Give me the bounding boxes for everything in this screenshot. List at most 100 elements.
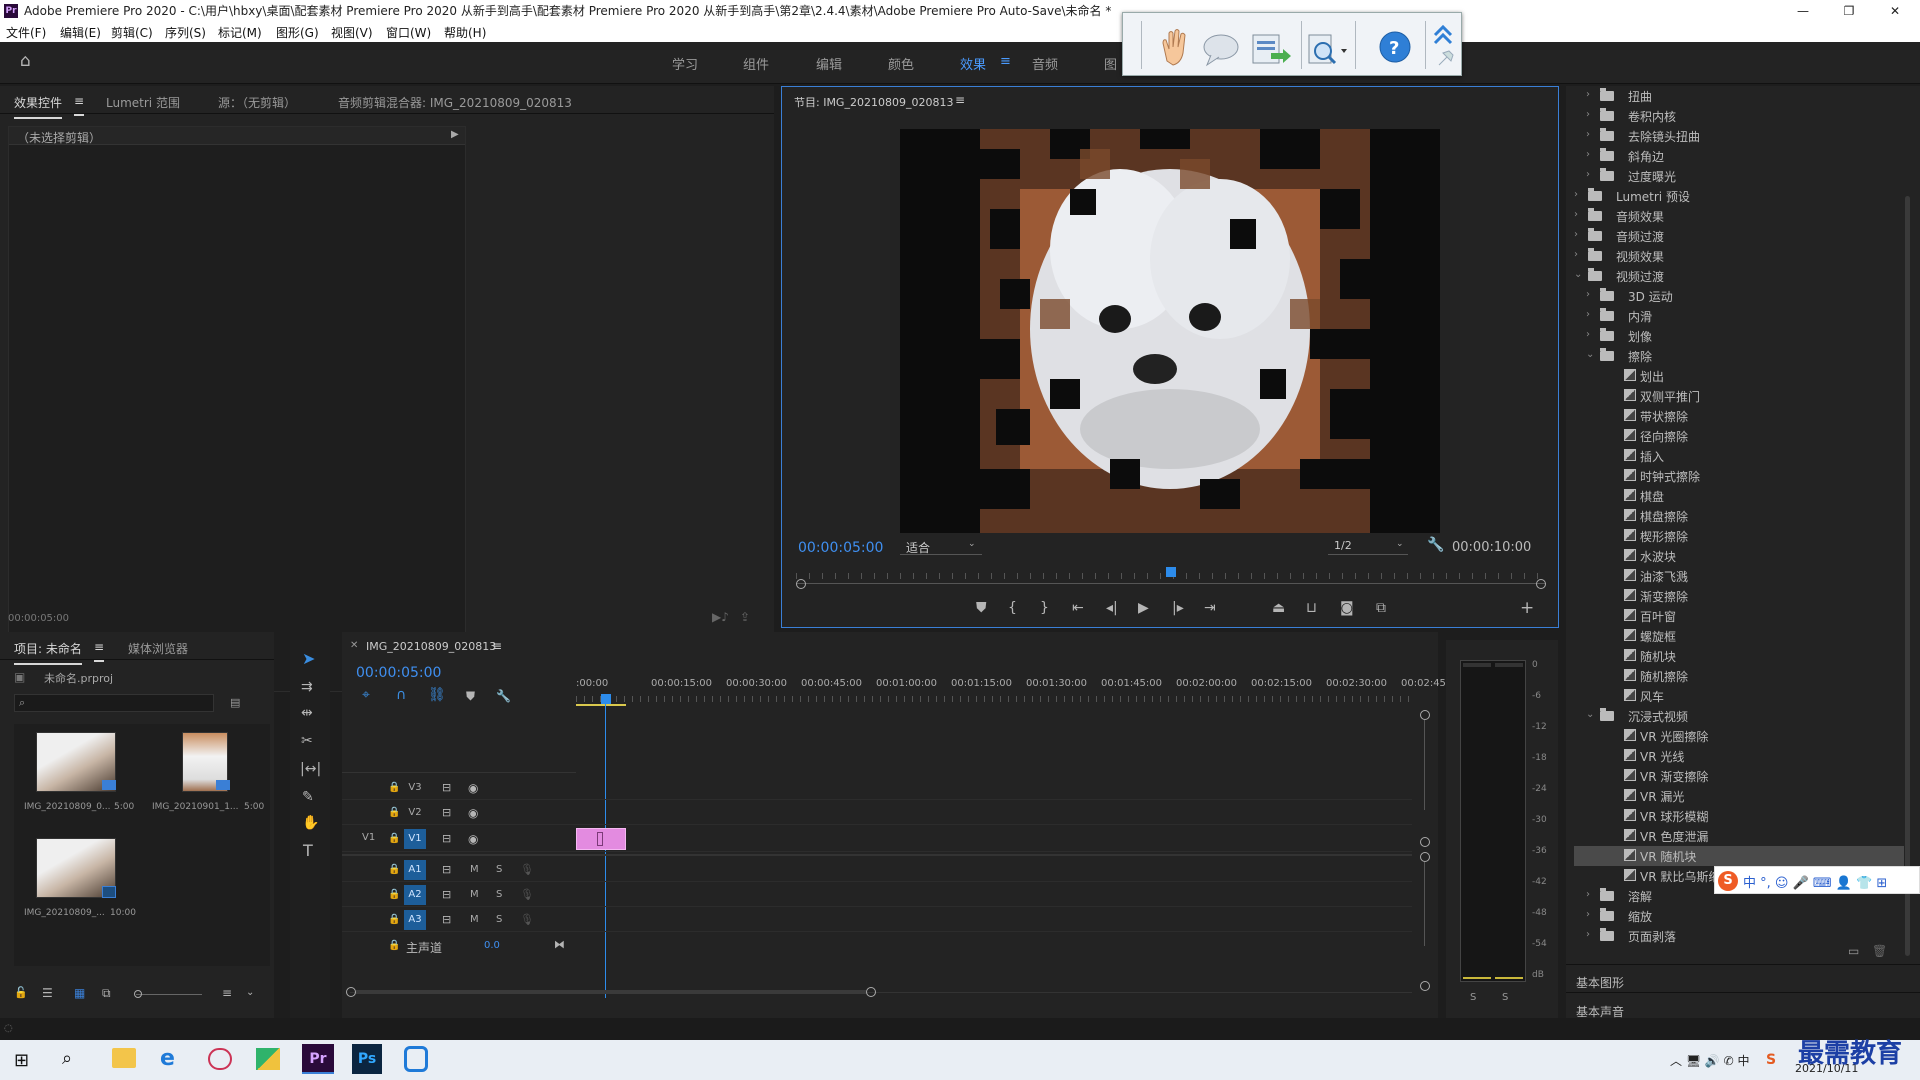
track-select-tool-icon[interactable]: ⇉ — [301, 680, 313, 694]
home-icon[interactable]: ⌂ — [20, 53, 31, 70]
mark-out-icon[interactable]: } — [1040, 601, 1049, 615]
track-label[interactable]: V3 — [404, 778, 426, 798]
effect-folder[interactable]: › 斜角边 — [1574, 146, 1904, 166]
tab-lumetri-scopes[interactable]: Lumetri 范围 — [106, 94, 180, 111]
sogou-logo-icon[interactable]: S — [1718, 871, 1738, 891]
effect-folder[interactable]: ⌄ 视频过渡 — [1574, 266, 1904, 286]
effect-item[interactable]: 插入 — [1574, 446, 1904, 466]
effect-item[interactable]: 楔形擦除 — [1574, 526, 1904, 546]
windows-start-icon[interactable]: ⊞ — [14, 1050, 29, 1071]
play-icon[interactable]: ▶ — [1138, 601, 1149, 615]
program-scrub-bar[interactable] — [796, 563, 1546, 591]
track-label[interactable]: A1 — [404, 860, 426, 880]
sequence-tab[interactable]: IMG_20210809_020813 — [366, 640, 496, 653]
project-item[interactable]: IMG_20210809_... 10:00 — [16, 832, 140, 932]
edge-browser-icon[interactable]: e — [160, 1046, 175, 1071]
program-timecode[interactable]: 00:00:05:00 — [798, 540, 883, 556]
effect-item[interactable]: 径向擦除 — [1574, 426, 1904, 446]
workspace-effects[interactable]: 效果 — [960, 54, 986, 73]
v-scroll-handle[interactable] — [1420, 837, 1430, 847]
track-master[interactable]: 🔒 主声道 0.0 ⧓ — [342, 934, 1412, 958]
workspace-editing[interactable]: 编辑 — [816, 54, 842, 73]
sync-lock-icon[interactable]: ⊟ — [442, 863, 451, 877]
chevron-right-icon[interactable]: › — [1574, 249, 1578, 260]
effect-folder[interactable]: › 缩放 — [1574, 906, 1904, 926]
effect-folder[interactable]: ⌄ 擦除 — [1574, 346, 1904, 366]
effect-item[interactable]: 带状擦除 — [1574, 406, 1904, 426]
export-icon[interactable] — [1252, 34, 1291, 64]
go-to-out-icon[interactable]: ⇥ — [1204, 601, 1216, 615]
lock-icon[interactable]: 🔒 — [388, 863, 400, 877]
help-icon[interactable]: ? — [1379, 31, 1411, 63]
chevron-right-icon[interactable]: › — [1586, 309, 1590, 320]
workspace-audio[interactable]: 音频 — [1032, 54, 1058, 73]
h-scroll-handle-right[interactable] — [866, 987, 876, 997]
menu-file[interactable]: 文件(F) — [6, 24, 46, 41]
master-volume-value[interactable]: 0.0 — [484, 940, 500, 951]
resolution-dropdown[interactable]: 1/2 ⌄ — [1328, 537, 1408, 555]
chevron-right-icon[interactable]: › — [1586, 149, 1590, 160]
chevron-right-icon[interactable]: › — [1574, 209, 1578, 220]
search-icon[interactable]: ⌕ — [62, 1048, 72, 1069]
mute-button[interactable]: M — [470, 864, 479, 875]
fit-dropdown[interactable]: 适合 ⌄ — [900, 537, 982, 555]
effect-item[interactable]: VR 色度泄漏 — [1574, 826, 1904, 846]
effect-folder[interactable]: › 视频效果 — [1574, 246, 1904, 266]
new-folder-icon[interactable]: ▤ — [230, 696, 240, 710]
a-scroll-handle[interactable] — [1420, 852, 1430, 862]
effect-item[interactable]: 随机块 — [1574, 646, 1904, 666]
pen-tool-icon[interactable]: ✎ — [302, 790, 314, 804]
chevron-right-icon[interactable]: › — [1586, 329, 1590, 340]
ime-status[interactable]: 中 °, ☺ 🎤 ⌨ 👤 👕 ⊞ — [1743, 872, 1887, 891]
chevron-down-icon[interactable]: ⌄ — [1586, 709, 1594, 720]
sync-lock-icon[interactable]: ⊟ — [442, 806, 451, 820]
pin-icon[interactable] — [1438, 50, 1454, 66]
file-explorer-icon[interactable] — [112, 1048, 136, 1068]
chevron-down-icon[interactable]: ⌄ — [1586, 349, 1594, 360]
step-forward-icon[interactable]: |▸ — [1172, 601, 1184, 615]
track-a1[interactable]: 🔒 A1 ⊟ M S 🎙 — [342, 858, 1412, 882]
effect-item[interactable]: 螺旋框 — [1574, 626, 1904, 646]
mark-in-icon[interactable]: { — [1008, 601, 1017, 615]
lock-icon[interactable]: 🔒 — [388, 939, 400, 953]
effect-folder[interactable]: › 去除镜头扭曲 — [1574, 126, 1904, 146]
track-label[interactable]: A3 — [404, 910, 426, 930]
solo-button[interactable]: S — [496, 864, 502, 875]
lock-icon[interactable]: 🔓 — [14, 986, 28, 1000]
effect-item[interactable]: 随机擦除 — [1574, 666, 1904, 686]
workspace-color[interactable]: 颜色 — [888, 54, 914, 73]
expand-right-icon[interactable]: ▶ — [451, 129, 459, 140]
minimize-button[interactable]: — — [1780, 0, 1826, 22]
effect-item[interactable]: VR 光圈擦除 — [1574, 726, 1904, 746]
add-marker-icon[interactable]: ⛊ — [976, 601, 987, 615]
effect-item[interactable]: 棋盘擦除 — [1574, 506, 1904, 526]
chevron-right-icon[interactable]: › — [1586, 909, 1590, 920]
tab-source[interactable]: 源：（无剪辑） — [218, 94, 296, 111]
track-a3[interactable]: 🔒 A3 ⊟ M S 🎙 — [342, 908, 1412, 932]
solo-button[interactable]: S — [496, 914, 502, 925]
new-bin-icon[interactable]: ▭ — [1848, 944, 1859, 958]
track-label[interactable]: V2 — [404, 803, 426, 823]
project-search-input[interactable]: ⌕ — [14, 694, 214, 712]
effect-item[interactable]: VR 漏光 — [1574, 786, 1904, 806]
timeline-ruler[interactable]: :00:00 00:00:15:00 00:00:30:00 00:00:45:00 0… — [576, 674, 1449, 710]
menu-graphics[interactable]: 图形(G) — [276, 24, 319, 41]
ripple-edit-tool-icon[interactable]: ⇹ — [301, 706, 313, 720]
sync-lock-icon[interactable]: ⊟ — [442, 913, 451, 927]
icon-view-icon[interactable]: ▦ — [74, 986, 85, 1000]
effects-scrollbar[interactable] — [1904, 196, 1912, 1056]
chevron-right-icon[interactable]: › — [1574, 229, 1578, 240]
effect-folder[interactable]: › 划像 — [1574, 326, 1904, 346]
compare-view-icon[interactable]: ⧉ — [1376, 601, 1386, 615]
collapse-toggle-icon[interactable]: ⧓ — [554, 938, 565, 952]
close-sequence-icon[interactable]: ✕ — [350, 640, 358, 651]
workspace-graphics[interactable]: 图 — [1104, 54, 1117, 73]
lock-icon[interactable]: 🔒 — [388, 781, 400, 795]
status-info-icon[interactable]: ◌ — [4, 1022, 13, 1036]
effect-folder[interactable]: › 扭曲 — [1574, 86, 1904, 106]
lock-icon[interactable]: 🔒 — [388, 806, 400, 820]
lock-icon[interactable]: 🔒 — [388, 832, 400, 846]
chevron-right-icon[interactable]: › — [1586, 109, 1590, 120]
zoom-handle-left[interactable] — [796, 579, 806, 589]
menu-clip[interactable]: 剪辑(C) — [111, 24, 153, 41]
